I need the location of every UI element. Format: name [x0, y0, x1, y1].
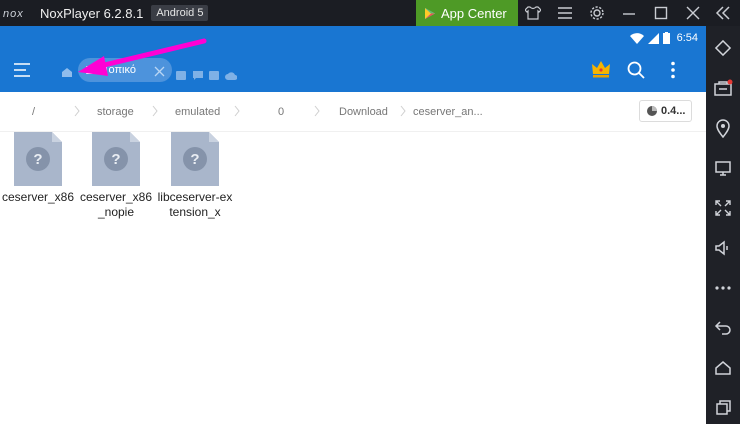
clock: 6:54: [676, 32, 698, 44]
hamburger-menu-icon[interactable]: [14, 63, 32, 82]
pie-chart-icon: [647, 106, 657, 116]
file-item[interactable]: ? ceserver_x86_nopie: [78, 130, 154, 240]
breadcrumb-item[interactable]: emulated: [175, 106, 220, 118]
back-icon[interactable]: [706, 314, 740, 342]
chevron-right-icon: [234, 105, 240, 117]
breadcrumb-item[interactable]: /: [32, 106, 35, 118]
play-store-icon: [425, 7, 435, 19]
menu-icon[interactable]: [552, 0, 578, 26]
home-icon[interactable]: [61, 65, 73, 83]
rotate-icon[interactable]: [706, 34, 740, 62]
svg-text:?: ?: [111, 151, 120, 168]
nox-logo-icon: nox: [0, 0, 34, 26]
overflow-menu-icon[interactable]: [670, 61, 676, 84]
tab-local-label: Τοπικό: [103, 64, 136, 76]
breadcrumb-item[interactable]: 0: [278, 106, 284, 118]
chevron-right-icon: [400, 105, 406, 117]
collapse-sidebar-icon[interactable]: [706, 0, 740, 26]
file-item[interactable]: ? libceserver-extension_x: [157, 130, 233, 240]
svg-text:?: ?: [190, 151, 199, 168]
window-title: NoxPlayer 6.2.8.1: [40, 5, 144, 21]
nox-sidebar: [706, 26, 740, 424]
svg-text:?: ?: [33, 151, 42, 168]
app-bar: Τοπικό: [0, 50, 706, 92]
battery-icon: [662, 32, 670, 44]
breadcrumb-item[interactable]: ceserver_an...: [413, 106, 483, 118]
unknown-file-icon: ?: [171, 132, 219, 186]
unknown-file-icon: ?: [14, 132, 62, 186]
home-icon[interactable]: [706, 354, 740, 382]
cloud-icon[interactable]: [225, 67, 238, 85]
breadcrumb: / storage emulated 0 Download ceserver_a…: [0, 92, 706, 132]
toolbox-icon[interactable]: [706, 74, 740, 102]
gear-icon[interactable]: [584, 0, 610, 26]
app-center-button[interactable]: App Center: [416, 0, 518, 26]
svg-text:nox: nox: [3, 8, 24, 20]
title-bar: nox NoxPlayer 6.2.8.1 Android 5 App Cent…: [0, 0, 740, 26]
window-icon[interactable]: [176, 67, 186, 85]
chevron-right-icon: [314, 105, 320, 117]
chevron-right-icon: [152, 105, 158, 117]
volume-icon[interactable]: [706, 234, 740, 262]
chevron-right-icon: [74, 105, 80, 117]
recent-apps-icon[interactable]: [706, 394, 740, 422]
phone-storage-icon: [86, 66, 98, 74]
status-bar: 6:54: [0, 26, 706, 50]
storage-usage-label: 0.4...: [661, 105, 686, 117]
storage-usage-button[interactable]: 0.4...: [639, 100, 692, 122]
android-screen: 6:54 Τοπικό / storage emulated 0 Downloa…: [0, 26, 706, 424]
wifi-icon: [629, 32, 644, 44]
file-name: libceserver-extension_x: [157, 190, 233, 219]
close-icon[interactable]: [680, 0, 706, 26]
crown-icon[interactable]: [591, 60, 611, 83]
tab-local[interactable]: Τοπικό: [78, 58, 172, 82]
search-icon[interactable]: [627, 61, 645, 84]
unknown-file-icon: ?: [92, 132, 140, 186]
maximize-icon[interactable]: [648, 0, 674, 26]
nox-player-window: nox NoxPlayer 6.2.8.1 Android 5 App Cent…: [0, 0, 740, 424]
minimize-icon[interactable]: [616, 0, 642, 26]
file-name: ceserver_x86_nopie: [79, 190, 153, 219]
screen-icon[interactable]: [706, 154, 740, 182]
fullscreen-icon[interactable]: [706, 194, 740, 222]
breadcrumb-item[interactable]: Download: [339, 106, 388, 118]
location-icon[interactable]: [706, 114, 740, 142]
app-center-label: App Center: [441, 5, 507, 21]
more-icon[interactable]: [706, 274, 740, 302]
android-version-badge: Android 5: [151, 5, 209, 21]
signal-icon: [647, 32, 659, 44]
theme-icon[interactable]: [520, 0, 546, 26]
message-icon[interactable]: [209, 67, 219, 85]
file-name: ceserver_x86: [1, 190, 75, 204]
breadcrumb-item[interactable]: storage: [97, 106, 134, 118]
file-item[interactable]: ? ceserver_x86: [0, 130, 76, 240]
chat-icon[interactable]: [193, 67, 203, 85]
close-tab-icon[interactable]: [154, 64, 165, 82]
